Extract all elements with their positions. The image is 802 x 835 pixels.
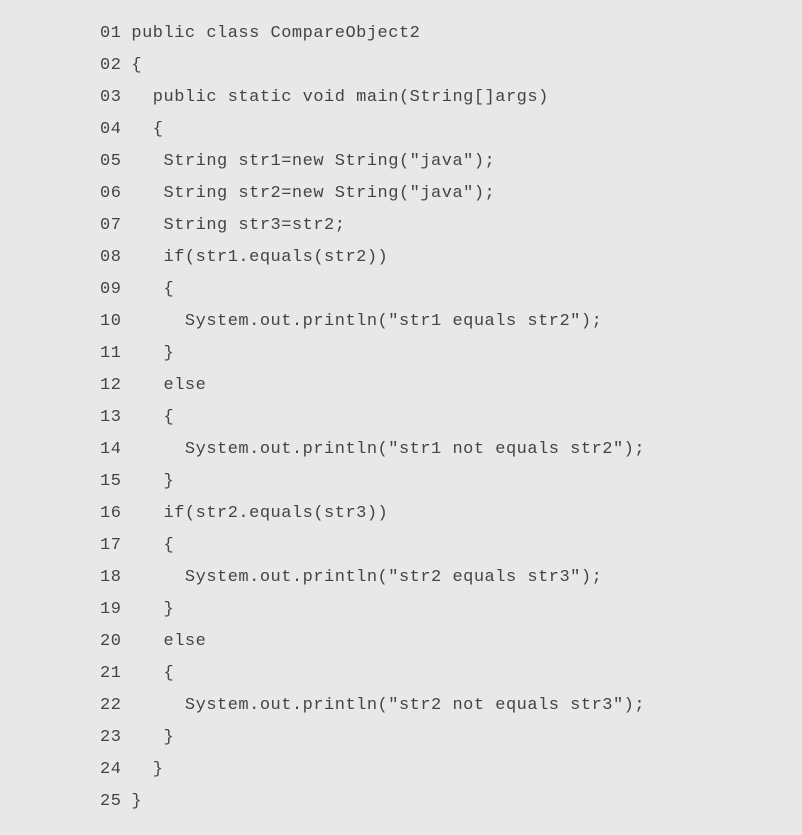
code-text: if(str1.equals(str2)) <box>131 248 388 267</box>
code-text: public static void main(String[]args) <box>131 88 548 107</box>
code-line: 05 String str1=new String("java"); <box>100 146 802 178</box>
line-number: 24 <box>100 754 121 786</box>
code-line: 22 System.out.println("str2 not equals s… <box>100 690 802 722</box>
code-text: else <box>131 376 206 395</box>
code-text: String str3=str2; <box>131 216 345 235</box>
code-line: 24 } <box>100 754 802 786</box>
code-line: 20 else <box>100 626 802 658</box>
line-number: 14 <box>100 434 121 466</box>
code-line: 25} <box>100 786 802 818</box>
line-number: 07 <box>100 210 121 242</box>
line-number: 02 <box>100 50 121 82</box>
code-text: } <box>131 760 163 779</box>
code-line: 03 public static void main(String[]args) <box>100 82 802 114</box>
line-number: 25 <box>100 786 121 818</box>
line-number: 09 <box>100 274 121 306</box>
code-line: 04 { <box>100 114 802 146</box>
code-line: 21 { <box>100 658 802 690</box>
code-text: { <box>131 120 163 139</box>
code-text: System.out.println("str1 equals str2"); <box>131 312 602 331</box>
code-line: 06 String str2=new String("java"); <box>100 178 802 210</box>
code-text: { <box>131 408 174 427</box>
code-line: 12 else <box>100 370 802 402</box>
code-line: 01 public class CompareObject2 <box>100 18 802 50</box>
code-line: 23 } <box>100 722 802 754</box>
code-line: 11 } <box>100 338 802 370</box>
line-number: 12 <box>100 370 121 402</box>
code-line: 16 if(str2.equals(str3)) <box>100 498 802 530</box>
line-number: 19 <box>100 594 121 626</box>
code-text: } <box>131 600 174 619</box>
line-number: 06 <box>100 178 121 210</box>
code-text: System.out.println("str2 equals str3"); <box>131 568 602 587</box>
code-line: 09 { <box>100 274 802 306</box>
code-line: 02 { <box>100 50 802 82</box>
code-text: String str2=new String("java"); <box>131 184 495 203</box>
code-text: } <box>131 792 142 811</box>
code-text: } <box>131 728 174 747</box>
line-number: 22 <box>100 690 121 722</box>
code-text: { <box>131 280 174 299</box>
line-number: 11 <box>100 338 121 370</box>
line-number: 04 <box>100 114 121 146</box>
code-text: { <box>131 56 142 75</box>
line-number: 03 <box>100 82 121 114</box>
line-number: 05 <box>100 146 121 178</box>
code-line: 07 String str3=str2; <box>100 210 802 242</box>
code-text: { <box>131 664 174 683</box>
code-line: 08 if(str1.equals(str2)) <box>100 242 802 274</box>
code-text: { <box>131 536 174 555</box>
code-text: if(str2.equals(str3)) <box>131 504 388 523</box>
code-text: } <box>131 344 174 363</box>
line-number: 15 <box>100 466 121 498</box>
code-line: 14 System.out.println("str1 not equals s… <box>100 434 802 466</box>
code-block: 01 public class CompareObject2 02 {03 publi… <box>0 18 802 818</box>
code-line: 18 System.out.println("str2 equals str3"… <box>100 562 802 594</box>
line-number: 13 <box>100 402 121 434</box>
line-number: 01 <box>100 18 121 50</box>
code-line: 13 { <box>100 402 802 434</box>
line-number: 10 <box>100 306 121 338</box>
code-text: String str1=new String("java"); <box>131 152 495 171</box>
code-text: else <box>131 632 206 651</box>
line-number: 18 <box>100 562 121 594</box>
code-text: } <box>131 472 174 491</box>
line-number: 17 <box>100 530 121 562</box>
line-number: 08 <box>100 242 121 274</box>
code-line: 17 { <box>100 530 802 562</box>
code-text: System.out.println("str2 not equals str3… <box>131 696 645 715</box>
code-line: 19 } <box>100 594 802 626</box>
code-line: 10 System.out.println("str1 equals str2"… <box>100 306 802 338</box>
line-number: 16 <box>100 498 121 530</box>
line-number: 20 <box>100 626 121 658</box>
line-number: 21 <box>100 658 121 690</box>
code-text: System.out.println("str1 not equals str2… <box>131 440 645 459</box>
line-number: 23 <box>100 722 121 754</box>
code-text: public class CompareObject2 <box>131 24 420 43</box>
code-line: 15 } <box>100 466 802 498</box>
